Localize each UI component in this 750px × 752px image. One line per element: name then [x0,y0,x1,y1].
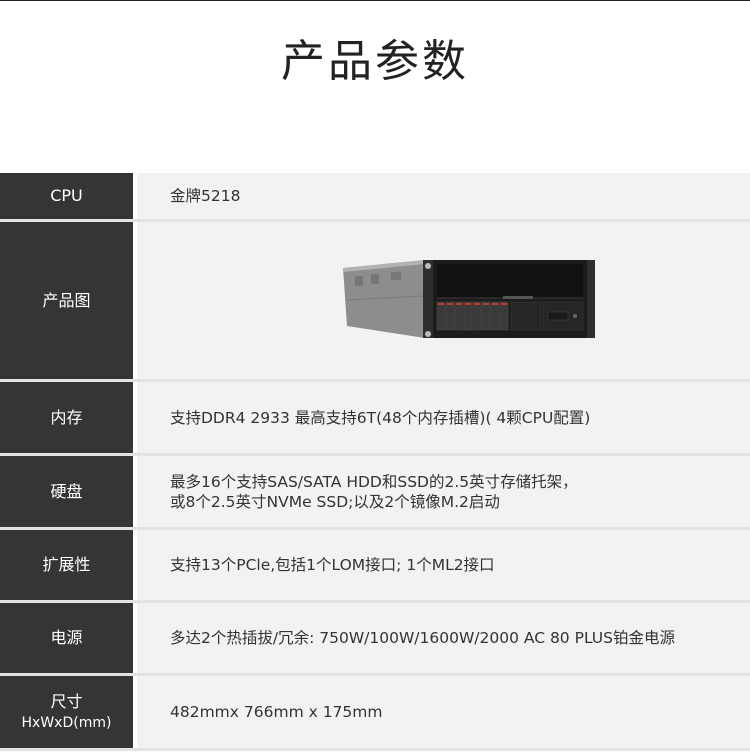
spec-row-expansion: 扩展性 支持13个PCle,包括1个LOM接口; 1个ML2接口 [0,530,750,603]
spec-label-text: 电源 [50,628,83,647]
spec-value-memory: 支持DDR4 2933 最高支持6T(48个内存插槽)( 4颗CPU配置) [137,382,750,453]
spec-value-cpu: 金牌5218 [137,173,750,219]
spec-label-disk: 硬盘 [0,456,133,527]
spec-value-size: 482mmx 766mm x 175mm [137,676,750,748]
spec-value-power: 多达2个热插拔/冗余: 750W/100W/1600W/2000 AC 80 P… [137,603,750,673]
spec-label-text: 扩展性 [42,555,91,574]
spec-value-text: 金牌5218 [170,187,241,205]
spec-label-text: CPU [50,186,83,205]
spec-row-size: 尺寸 HxWxD(mm) 482mmx 766mm x 175mm [0,676,750,751]
spec-label-image: 产品图 [0,222,133,379]
top-divider [0,0,750,1]
spec-value-line-1: 最多16个支持SAS/SATA HDD和SSD的2.5英寸存储托架， [170,472,578,491]
spec-label-expansion: 扩展性 [0,530,133,600]
page-title: 产品参数 [281,36,469,87]
spec-table: CPU 金牌5218 产品图 内存 支持DDR4 2933 最高支持6T(48个… [0,173,750,751]
spec-label-cpu: CPU [0,173,133,219]
spec-row-disk: 硬盘 最多16个支持SAS/SATA HDD和SSD的2.5英寸存储托架， 或8… [0,456,750,530]
spec-value-image [137,222,750,379]
spec-label-size: 尺寸 HxWxD(mm) [0,676,133,748]
spec-label-text: 硬盘 [50,481,83,501]
spec-value-text: 482mmx 766mm x 175mm [170,703,383,721]
spec-value-text: 支持DDR4 2933 最高支持6T(48个内存插槽)( 4颗CPU配置) [170,408,591,427]
spec-row-memory: 内存 支持DDR4 2933 最高支持6T(48个内存插槽)( 4颗CPU配置) [0,382,750,456]
spec-label-power: 电源 [0,603,133,673]
spec-label-text: 产品图 [42,290,91,310]
spec-row-cpu: CPU 金牌5218 [0,173,750,222]
spec-value-expansion: 支持13个PCle,包括1个LOM接口; 1个ML2接口 [137,530,750,600]
product-spec-page: 产品参数 CPU 金牌5218 产品图 内存 支持DDR4 2933 最高支持6… [0,0,750,752]
server-product-image [342,259,595,338]
spec-label-text: 内存 [50,407,83,427]
spec-value-text: 多达2个热插拔/冗余: 750W/100W/1600W/2000 AC 80 P… [170,629,675,647]
spec-value-line-2: 或8个2.5英寸NVMe SSD;以及2个镜像M.2启动 [170,492,500,511]
spec-value-text: 支持13个PCle,包括1个LOM接口; 1个ML2接口 [170,556,495,574]
spec-row-image: 产品图 [0,222,750,382]
spec-row-power: 电源 多达2个热插拔/冗余: 750W/100W/1600W/2000 AC 8… [0,603,750,676]
spec-value-disk: 最多16个支持SAS/SATA HDD和SSD的2.5英寸存储托架， 或8个2.… [137,456,750,527]
spec-label-text: 尺寸 [50,692,83,711]
spec-label-memory: 内存 [0,382,133,453]
spec-label-subtext: HxWxD(mm) [21,715,112,731]
